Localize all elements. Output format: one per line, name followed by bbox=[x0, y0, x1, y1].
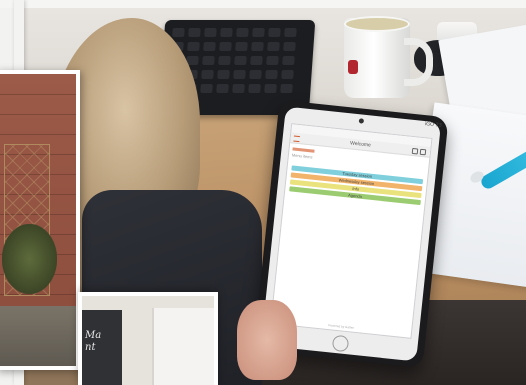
brick-wall bbox=[0, 74, 76, 366]
chalkboard-text: Ma nt bbox=[85, 330, 102, 353]
share-icon[interactable] bbox=[411, 147, 419, 155]
menu-icon[interactable] bbox=[293, 135, 300, 143]
frame-top-edge bbox=[0, 0, 526, 8]
inset-photo-interior: Ma nt bbox=[78, 292, 218, 385]
shelf bbox=[152, 308, 214, 385]
chalkboard: Ma nt bbox=[82, 310, 122, 385]
photo-collage: iGO 73 Welcome Menu items Tuesday sessio… bbox=[0, 0, 526, 385]
settings-icon[interactable] bbox=[419, 148, 427, 156]
ground bbox=[0, 306, 76, 366]
nav-title: Welcome bbox=[349, 140, 372, 149]
inset-photo-building bbox=[0, 70, 80, 370]
interior-scene: Ma nt bbox=[82, 296, 214, 385]
hand bbox=[237, 300, 297, 380]
mug-rim bbox=[344, 16, 410, 32]
tablet-screen[interactable]: Welcome Menu items Tuesday session Wedne… bbox=[270, 123, 433, 339]
mug-logo bbox=[348, 60, 358, 74]
plant bbox=[2, 224, 57, 294]
